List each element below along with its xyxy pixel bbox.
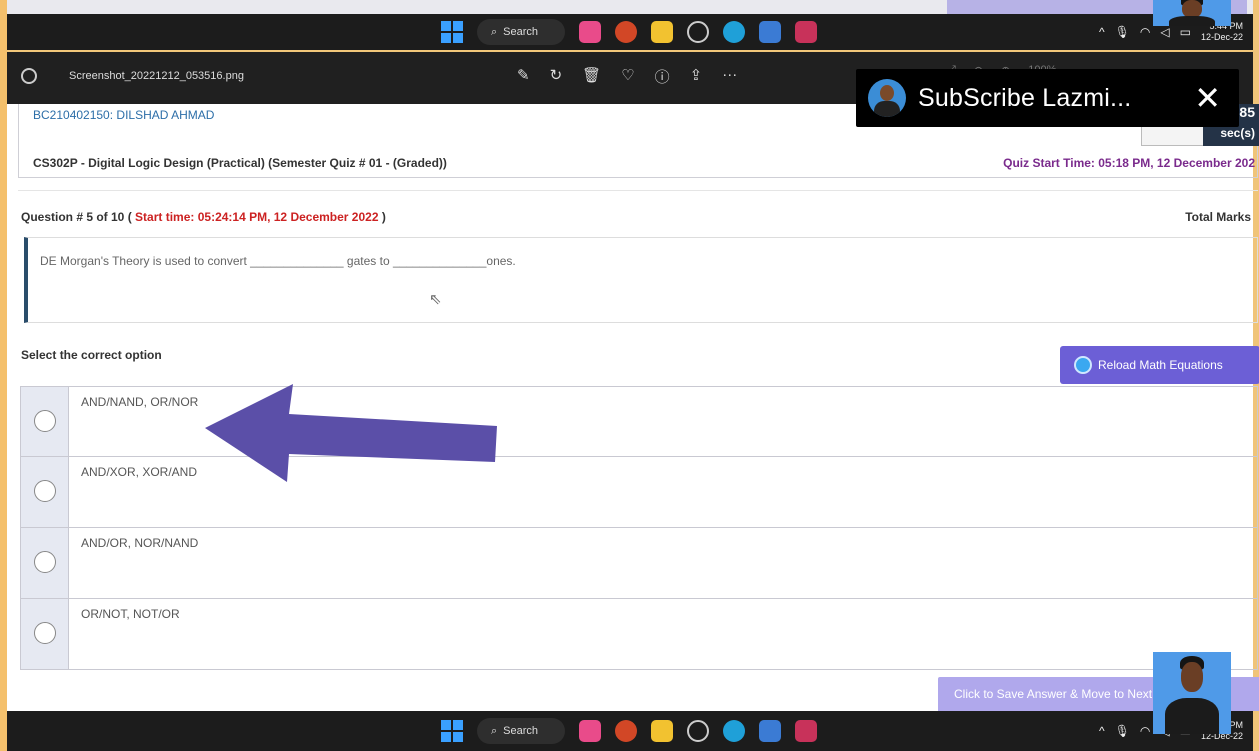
rotate-icon[interactable]: ↻ bbox=[550, 66, 563, 87]
edit-icon[interactable]: ✎ bbox=[517, 66, 530, 87]
option-radio[interactable] bbox=[34, 622, 56, 644]
delete-icon[interactable]: 🗑 bbox=[582, 66, 601, 87]
quiz-start-time: Quiz Start Time: 05:18 PM, 12 December 2… bbox=[1003, 156, 1255, 170]
taskbar-apps: ⌕ Search bbox=[441, 19, 817, 45]
option-row[interactable]: OR/NOT, NOT/OR bbox=[20, 599, 1258, 670]
search-icon: ⌕ bbox=[491, 724, 498, 737]
photos-icon[interactable] bbox=[759, 21, 781, 43]
app-icon-red[interactable] bbox=[795, 21, 817, 43]
chevron-up-icon[interactable]: ^ bbox=[1099, 724, 1105, 738]
option-text: OR/NOT, NOT/OR bbox=[81, 607, 180, 621]
viewer-toolbar: ✎ ↻ 🗑 ♡ ⓘ ⇪ ··· bbox=[517, 66, 737, 87]
file-explorer-icon[interactable] bbox=[651, 720, 673, 742]
option-radio[interactable] bbox=[34, 551, 56, 573]
option-radio-cell bbox=[21, 457, 69, 527]
browser-icon[interactable] bbox=[687, 21, 709, 43]
file-explorer-icon[interactable] bbox=[651, 21, 673, 43]
course-title: CS302P - Digital Logic Design (Practical… bbox=[33, 156, 447, 170]
browser-icon[interactable] bbox=[687, 720, 709, 742]
close-icon[interactable]: ✕ bbox=[1194, 79, 1221, 117]
taskbar-search[interactable]: ⌕ Search bbox=[477, 19, 565, 45]
timer-value: 85 bbox=[1239, 104, 1255, 120]
option-row[interactable]: AND/OR, NOR/NAND bbox=[20, 528, 1258, 599]
option-radio[interactable] bbox=[34, 480, 56, 502]
webcam-thumbnail-top bbox=[1153, 0, 1231, 26]
question-box: DE Morgan's Theory is used to convert __… bbox=[24, 237, 1258, 323]
channel-avatar bbox=[868, 79, 906, 117]
option-radio-cell bbox=[21, 528, 69, 598]
reload-icon bbox=[1074, 356, 1092, 374]
select-option-label: Select the correct option bbox=[21, 348, 162, 362]
favorite-icon[interactable]: ♡ bbox=[621, 66, 634, 87]
timer-unit: sec(s) bbox=[1220, 126, 1255, 140]
divider bbox=[18, 190, 1258, 191]
webcam-thumbnail-bottom bbox=[1153, 652, 1231, 734]
taskbar-apps: ⌕ Search bbox=[441, 718, 817, 744]
question-number: Question # 5 of 10 ( Start time: 05:24:1… bbox=[21, 210, 386, 224]
question-start-time: Start time: 05:24:14 PM, 12 December 202… bbox=[135, 210, 379, 224]
wifi-icon[interactable]: ◠ bbox=[1140, 25, 1150, 39]
volume-icon[interactable]: ◁ bbox=[1160, 25, 1169, 39]
powerpoint-icon[interactable] bbox=[615, 21, 637, 43]
powerpoint-icon[interactable] bbox=[615, 720, 637, 742]
option-text: AND/XOR, XOR/AND bbox=[81, 465, 198, 479]
taskbar-top: ⌕ Search ^ 🎙 ◠ ◁ ▭ 5:44 PM 12-Dec-22 bbox=[7, 14, 1253, 50]
microphone-icon[interactable]: 🎙 bbox=[1115, 724, 1130, 738]
taskbar-bottom: ⌕ Search ^ 🎙 ◠ ◁ ▭ 5:45 PM 12-Dec-22 bbox=[7, 711, 1253, 751]
share-icon[interactable]: ⇪ bbox=[690, 66, 703, 87]
video-frame-left bbox=[0, 0, 7, 751]
viewer-filename: Screenshot_20221212_053516.png bbox=[69, 70, 244, 82]
info-icon[interactable]: ⓘ bbox=[655, 66, 670, 87]
option-text: AND/OR, NOR/NAND bbox=[81, 536, 199, 550]
subscribe-text: SubScribe Lazmi... bbox=[918, 83, 1132, 112]
microphone-icon[interactable]: 🎙 bbox=[1115, 25, 1130, 39]
option-radio-cell bbox=[21, 387, 69, 456]
reload-button-label: Reload Math Equations bbox=[1098, 358, 1223, 372]
search-icon: ⌕ bbox=[491, 25, 498, 38]
reload-math-button[interactable]: Reload Math Equations bbox=[1060, 346, 1259, 384]
photos-app-icon bbox=[21, 68, 37, 84]
taskbar-search-label: Search bbox=[503, 26, 539, 38]
windows-start-icon[interactable] bbox=[441, 720, 463, 742]
option-text: AND/NAND, OR/NOR bbox=[81, 395, 199, 409]
taskbar-search[interactable]: ⌕ Search bbox=[477, 718, 565, 744]
question-label: Question # 5 of 10 ( bbox=[21, 210, 132, 224]
background-window-strip bbox=[7, 0, 1253, 14]
edge-icon[interactable] bbox=[723, 21, 745, 43]
battery-icon[interactable]: ▭ bbox=[1180, 25, 1191, 39]
wifi-icon[interactable]: ◠ bbox=[1140, 724, 1150, 738]
app-icon-colorful[interactable] bbox=[579, 720, 601, 742]
annotation-arrow-icon bbox=[205, 384, 497, 482]
chevron-up-icon[interactable]: ^ bbox=[1099, 25, 1105, 39]
subscribe-overlay[interactable]: SubScribe Lazmi... ✕ bbox=[856, 69, 1239, 127]
question-label-close: ) bbox=[381, 210, 386, 224]
mouse-cursor-icon: ⇖ bbox=[429, 291, 442, 308]
question-text: DE Morgan's Theory is used to convert __… bbox=[40, 254, 516, 268]
more-icon[interactable]: ··· bbox=[722, 66, 737, 87]
app-icon-red[interactable] bbox=[795, 720, 817, 742]
student-id-name: BC210402150: DILSHAD AHMAD bbox=[33, 108, 215, 122]
edge-icon[interactable] bbox=[723, 720, 745, 742]
option-radio-cell bbox=[21, 599, 69, 669]
taskbar-search-label: Search bbox=[503, 725, 539, 737]
windows-start-icon[interactable] bbox=[441, 21, 463, 43]
app-icon-colorful[interactable] bbox=[579, 21, 601, 43]
total-marks: Total Marks bbox=[1185, 210, 1251, 224]
clock-date: 12-Dec-22 bbox=[1200, 32, 1243, 42]
photos-icon[interactable] bbox=[759, 720, 781, 742]
option-radio[interactable] bbox=[34, 410, 56, 432]
quiz-page: BC210402150: DILSHAD AHMAD CS302P - Digi… bbox=[7, 104, 1259, 711]
